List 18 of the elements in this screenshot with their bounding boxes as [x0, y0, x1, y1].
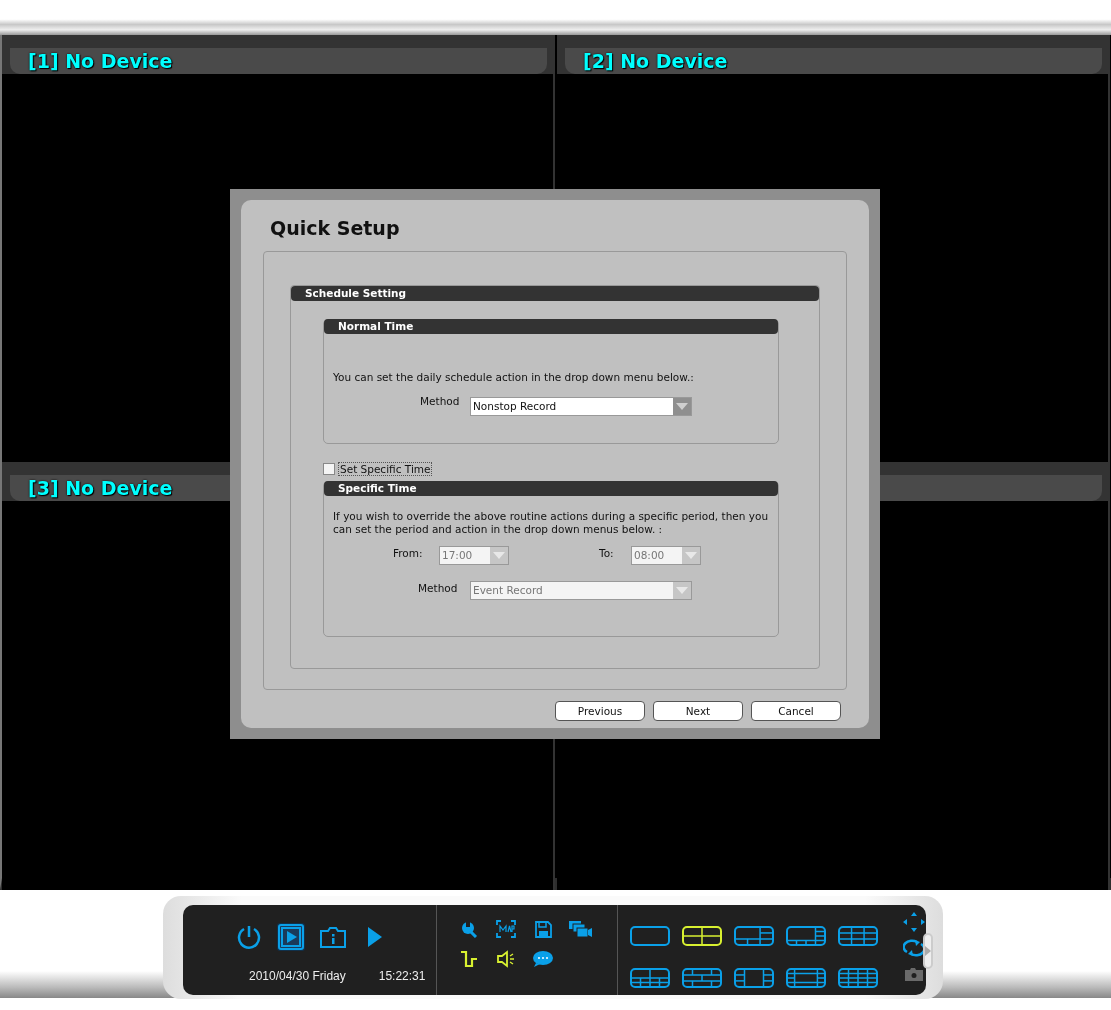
method-dropdown: Event Record	[470, 580, 692, 600]
method-label: Method	[420, 393, 461, 409]
from-label: From:	[393, 545, 424, 561]
panel-title: [2] No Device	[583, 49, 728, 74]
date-text: 2010/04/30 Friday	[249, 968, 346, 985]
description-text: You can set the daily schedule action in the drop down menu below.:	[333, 369, 694, 385]
panel-title: [1] No Device	[28, 49, 173, 74]
subsection-title: Normal Time	[338, 318, 414, 334]
description-text: If you wish to override the above routine actions during a specific period, then you can set the period and action in the drop down menus below. :	[333, 509, 770, 536]
to-label: To:	[599, 545, 615, 561]
to-time-dropdown: 08:00	[631, 545, 701, 565]
section-title: Schedule Setting	[305, 285, 407, 301]
subsection-title: Specific Time	[338, 480, 417, 496]
from-time-dropdown: 17:00	[439, 545, 509, 565]
time-text: 15:22:31	[378, 968, 426, 985]
dialog-title: Quick Setup	[270, 216, 400, 241]
panel-title: [3] No Device	[28, 476, 173, 501]
method-label: Method	[418, 580, 459, 596]
